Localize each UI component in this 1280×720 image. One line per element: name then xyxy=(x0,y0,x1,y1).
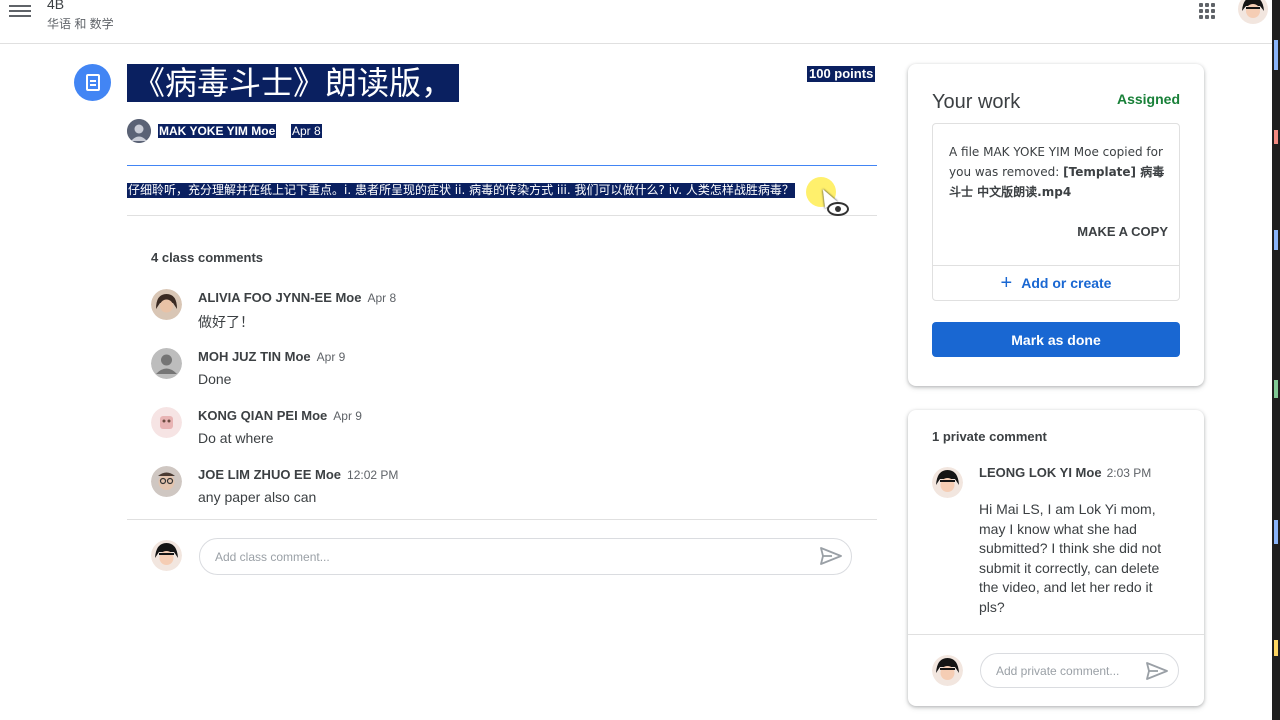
assignment-points: 100 points xyxy=(807,66,876,82)
class-comments-header[interactable]: 4 class comments xyxy=(151,250,263,265)
commenter-avatar xyxy=(151,466,182,497)
classroom-app: 4B 华语 和 数学 《病毒斗士》朗读版， 100 points MAK YOK… xyxy=(0,0,1280,720)
commenter-avatar xyxy=(151,289,182,320)
window-edge-strip xyxy=(1272,0,1280,720)
instructions-divider xyxy=(127,215,877,216)
comment-time: Apr 9 xyxy=(316,350,346,364)
header-divider xyxy=(127,165,877,166)
hamburger-menu-icon[interactable] xyxy=(9,2,31,22)
add-or-create-button[interactable]: + Add or create xyxy=(933,265,1179,301)
commenter-name: ALIVIA FOO JYNN-EE Moe Apr 8 xyxy=(198,290,397,305)
author-name: MAK YOKE YIM Moe xyxy=(158,124,277,138)
class-name[interactable]: 4B xyxy=(47,0,64,12)
class-comment: MOH JUZ TIN Moe Apr 9 Done xyxy=(151,348,851,398)
eye-cursor-icon xyxy=(827,202,849,216)
my-avatar xyxy=(151,540,182,571)
post-date: Apr 8 xyxy=(291,124,322,138)
attachment-box: A file MAK YOKE YIM Moe copied for you w… xyxy=(932,123,1180,301)
class-comment: JOE LIM ZHUO EE Moe 12:02 PM any paper al… xyxy=(151,466,851,516)
send-arrow-icon[interactable] xyxy=(1146,662,1168,680)
your-work-title: Your work xyxy=(932,91,1021,113)
comment-text: Do at where xyxy=(198,430,274,446)
google-apps-grid-icon[interactable] xyxy=(1199,3,1215,19)
comment-time: 12:02 PM xyxy=(347,468,399,482)
private-commenter-name: LEONG LOK YI Moe 2:03 PM xyxy=(979,465,1152,480)
make-a-copy-button[interactable]: MAKE A COPY xyxy=(1077,224,1168,239)
class-comment-input[interactable] xyxy=(199,538,852,575)
comment-text: 做好了！ xyxy=(198,314,254,330)
assignment-title: 《病毒斗士》朗读版， xyxy=(127,64,460,102)
commenter-name: KONG QIAN PEI Moe Apr 9 xyxy=(198,408,362,423)
commenter-name: JOE LIM ZHUO EE Moe 12:02 PM xyxy=(198,467,399,482)
send-arrow-icon[interactable] xyxy=(820,547,842,565)
commenter-avatar xyxy=(151,407,182,438)
comment-time: Apr 8 xyxy=(367,291,397,305)
comment-text: any paper also can xyxy=(198,489,317,505)
private-divider xyxy=(908,634,1204,635)
class-comment: KONG QIAN PEI Moe Apr 9 Do at where xyxy=(151,407,851,457)
private-comment-time: 2:03 PM xyxy=(1106,466,1152,480)
private-commenter-avatar xyxy=(932,467,963,498)
class-subtitle: 华语 和 数学 xyxy=(47,17,114,31)
private-comments-header[interactable]: 1 private comment xyxy=(932,429,1047,444)
private-comments-card: 1 private comment LEONG LOK YI Moe 2:03 P… xyxy=(908,410,1204,706)
assignment-doc-icon xyxy=(74,64,111,101)
assignment-instructions: 仔细聆听，充分理解并在纸上记下重点。i. 患者所呈现的症状 ii. 病毒的传染方… xyxy=(127,183,795,198)
account-avatar[interactable] xyxy=(1238,0,1268,24)
comment-text: Done xyxy=(198,371,232,387)
my-avatar xyxy=(932,655,963,686)
your-work-card: Your work Assigned A file MAK YOKE YIM M… xyxy=(908,64,1204,386)
plus-icon: + xyxy=(1000,272,1013,294)
private-comment-text: Hi Mai LS, I am Lok Yi mom, may I know w… xyxy=(979,501,1162,615)
comment-time: Apr 9 xyxy=(333,409,362,423)
commenter-avatar xyxy=(151,348,182,379)
mark-as-done-button[interactable]: Mark as done xyxy=(932,322,1180,357)
top-bar: 4B 华语 和 数学 xyxy=(0,0,1272,44)
status-badge: Assigned xyxy=(1116,91,1180,107)
file-removed-message: A file MAK YOKE YIM Moe copied for you w… xyxy=(949,145,1165,199)
comments-divider xyxy=(127,519,877,520)
author-avatar xyxy=(127,119,151,143)
commenter-name: MOH JUZ TIN Moe Apr 9 xyxy=(198,349,346,364)
class-comment: ALIVIA FOO JYNN-EE Moe Apr 8 做好了！ xyxy=(151,289,851,339)
